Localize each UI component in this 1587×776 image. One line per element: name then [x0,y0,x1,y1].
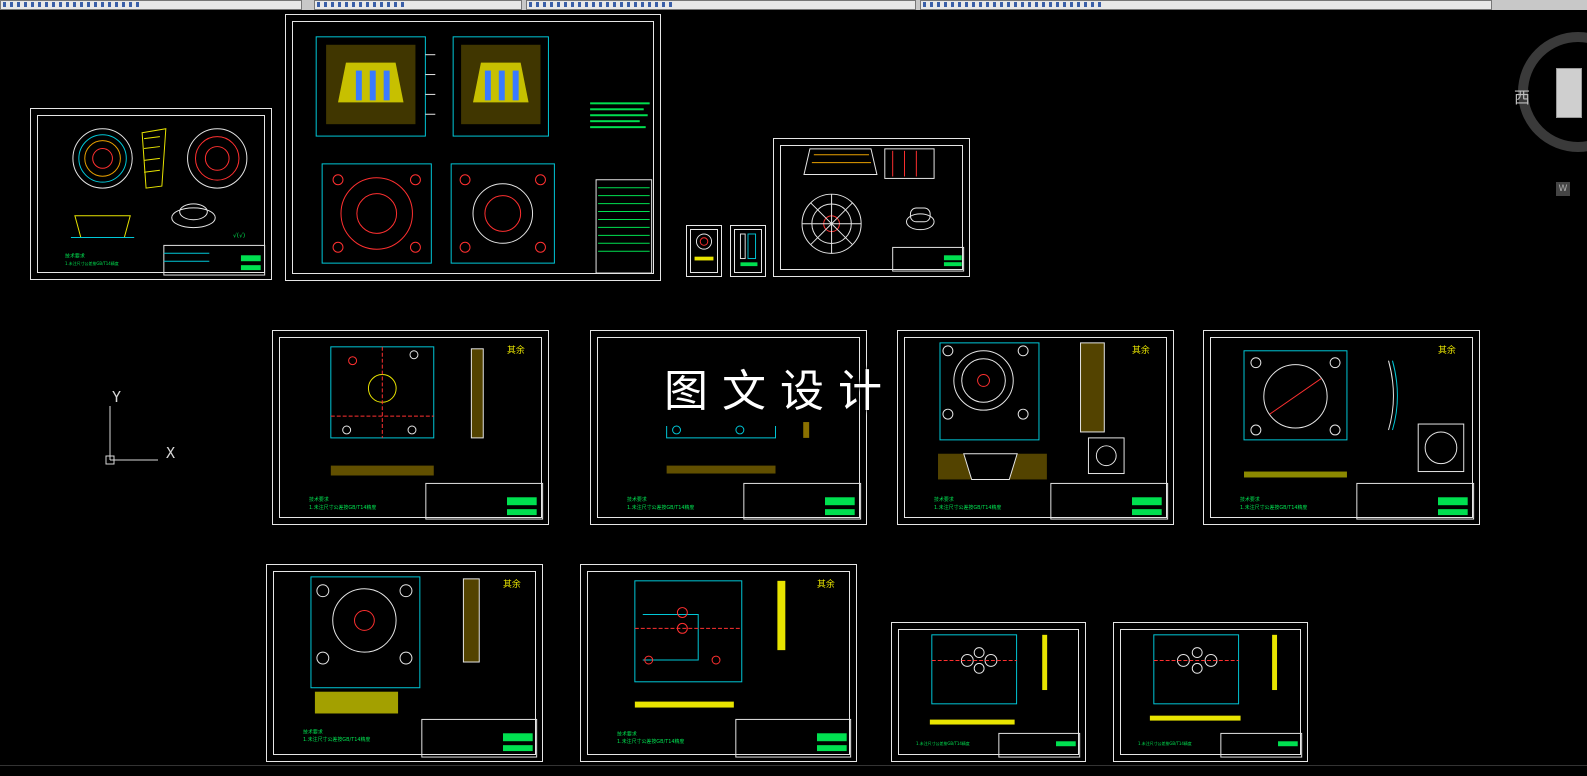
svg-text:其余: 其余 [1132,344,1150,356]
drawing-sheet-plate-5[interactable]: 技术要求 1.未注尺寸公差按GB/T14精度 其余 [266,564,543,762]
svg-text:技术要求: 技术要求 [617,730,637,737]
svg-text:其余: 其余 [507,344,525,356]
drawing-sheet-mold-assembly[interactable] [285,14,661,281]
ucs-x-label: X [166,444,176,462]
svg-text:1.未注尺寸公差按GB/T14精度: 1.未注尺寸公差按GB/T14精度 [303,736,370,743]
svg-text:1.未注尺寸公差按GB/T14精度: 1.未注尺寸公差按GB/T14精度 [627,504,694,511]
svg-text:技术要求: 技术要求 [303,728,323,735]
drawing-sheet-plate-4[interactable]: 技术要求 1.未注尺寸公差按GB/T14精度 其余 [1203,330,1480,525]
wcs-menu-button[interactable]: W [1556,182,1570,196]
drawing-sheet-plate-8[interactable]: 1.未注尺寸公差按GB/T14精度 [1113,622,1308,762]
svg-text:1.未注尺寸公差按GB/T14精度: 1.未注尺寸公差按GB/T14精度 [934,504,1001,511]
drawing-sheet-mini-b[interactable] [730,225,766,277]
compass-west-label[interactable]: 西 [1514,84,1530,108]
drawing-sheet-mini-a[interactable] [686,225,722,277]
toolbar-segment[interactable] [314,0,522,10]
viewcube[interactable]: 西 W [1514,32,1587,196]
svg-text:1.未注尺寸公差按GB/T14精度: 1.未注尺寸公差按GB/T14精度 [65,261,119,266]
svg-text:技术要求: 技术要求 [65,252,85,259]
status-divider [0,765,1587,776]
svg-text:技术要求: 技术要求 [627,496,647,503]
svg-text:1.未注尺寸公差按GB/T14精度: 1.未注尺寸公差按GB/T14精度 [1240,504,1307,511]
title-bar-strip [0,0,1587,10]
drawing-sheet-cavity-insert[interactable] [773,138,970,277]
drawing-sheet-plate-6[interactable]: 技术要求 1.未注尺寸公差按GB/T14精度 其余 [580,564,857,762]
drawing-sheet-product[interactable]: 技术要求 1.未注尺寸公差按GB/T14精度 √(√) [30,108,272,280]
toolbar-segment[interactable] [920,0,1492,10]
svg-text:技术要求: 技术要求 [309,496,329,503]
svg-text:其余: 其余 [503,578,521,590]
toolbar-segment[interactable] [0,0,302,10]
drawing-sheet-plate-3[interactable]: 技术要求 1.未注尺寸公差按GB/T14精度 其余 [897,330,1174,525]
toolbar-segment[interactable] [526,0,916,10]
drawing-sheet-plate-7[interactable]: 1.未注尺寸公差按GB/T14精度 [891,622,1086,762]
watermark-text: 图文设计 [664,366,896,417]
svg-text:1.未注尺寸公差按GB/T14精度: 1.未注尺寸公差按GB/T14精度 [617,738,684,745]
svg-text:1.未注尺寸公差按GB/T14精度: 1.未注尺寸公差按GB/T14精度 [1138,741,1192,746]
ucs-icon: Y X [100,388,190,470]
viewcube-face[interactable] [1556,68,1582,118]
drawing-sheet-plate-1[interactable]: 技术要求 1.未注尺寸公差按GB/T14精度 其余 [272,330,549,525]
svg-text:技术要求: 技术要求 [934,496,954,503]
svg-text:其余: 其余 [817,578,835,590]
svg-text:其余: 其余 [1438,344,1456,356]
svg-text:√(√): √(√) [233,232,245,239]
ucs-y-label: Y [112,388,122,406]
svg-text:技术要求: 技术要求 [1240,496,1260,503]
svg-text:1.未注尺寸公差按GB/T14精度: 1.未注尺寸公差按GB/T14精度 [309,504,376,511]
svg-text:1.未注尺寸公差按GB/T14精度: 1.未注尺寸公差按GB/T14精度 [916,741,970,746]
